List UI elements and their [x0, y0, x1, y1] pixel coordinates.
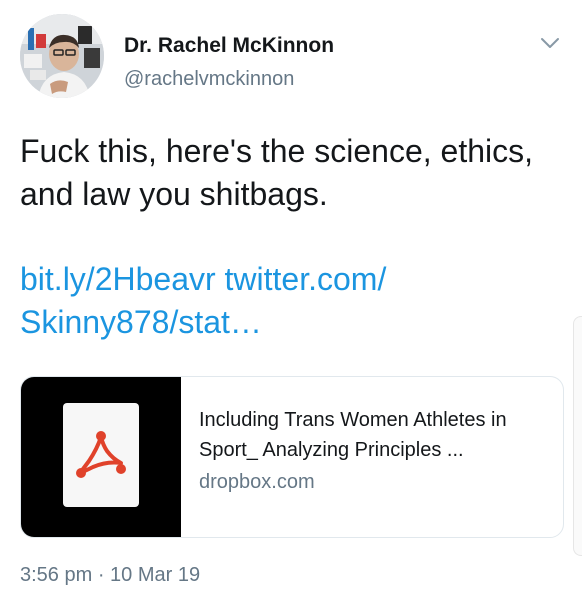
- author-name[interactable]: Dr. Rachel McKinnon: [124, 34, 334, 58]
- chevron-down-icon[interactable]: [540, 36, 560, 50]
- scrollbar[interactable]: [573, 316, 582, 556]
- link-card[interactable]: Including Trans Women Athletes in Sport_…: [20, 376, 564, 538]
- card-thumbnail: [21, 377, 181, 537]
- card-info: Including Trans Women Athletes in Sport_…: [199, 405, 551, 497]
- pdf-icon: [76, 431, 126, 478]
- link-bitly[interactable]: bit.ly/2Hbeavr: [20, 261, 216, 297]
- tweet-links: bit.ly/2Hbeavr twitter.com/​Skinny878/st…: [20, 258, 560, 344]
- tweet-text: Fuck this, here's the science, ethics, a…: [20, 133, 533, 212]
- tweet-timestamp[interactable]: 3:56 pm · 10 Mar 19: [20, 564, 200, 587]
- author-handle[interactable]: @rachelvmckinnon: [124, 68, 294, 91]
- tweet-header: Dr. Rachel McKinnon @rachelvmckinnon: [20, 14, 572, 106]
- card-domain: dropbox.com: [199, 471, 315, 493]
- card-title: Including Trans Women Athletes in Sport_…: [199, 409, 507, 461]
- tweet: Dr. Rachel McKinnon @rachelvmckinnon Fuc…: [0, 0, 582, 600]
- pdf-document: [63, 403, 139, 507]
- avatar-photo: [20, 14, 104, 98]
- avatar[interactable]: [20, 14, 104, 98]
